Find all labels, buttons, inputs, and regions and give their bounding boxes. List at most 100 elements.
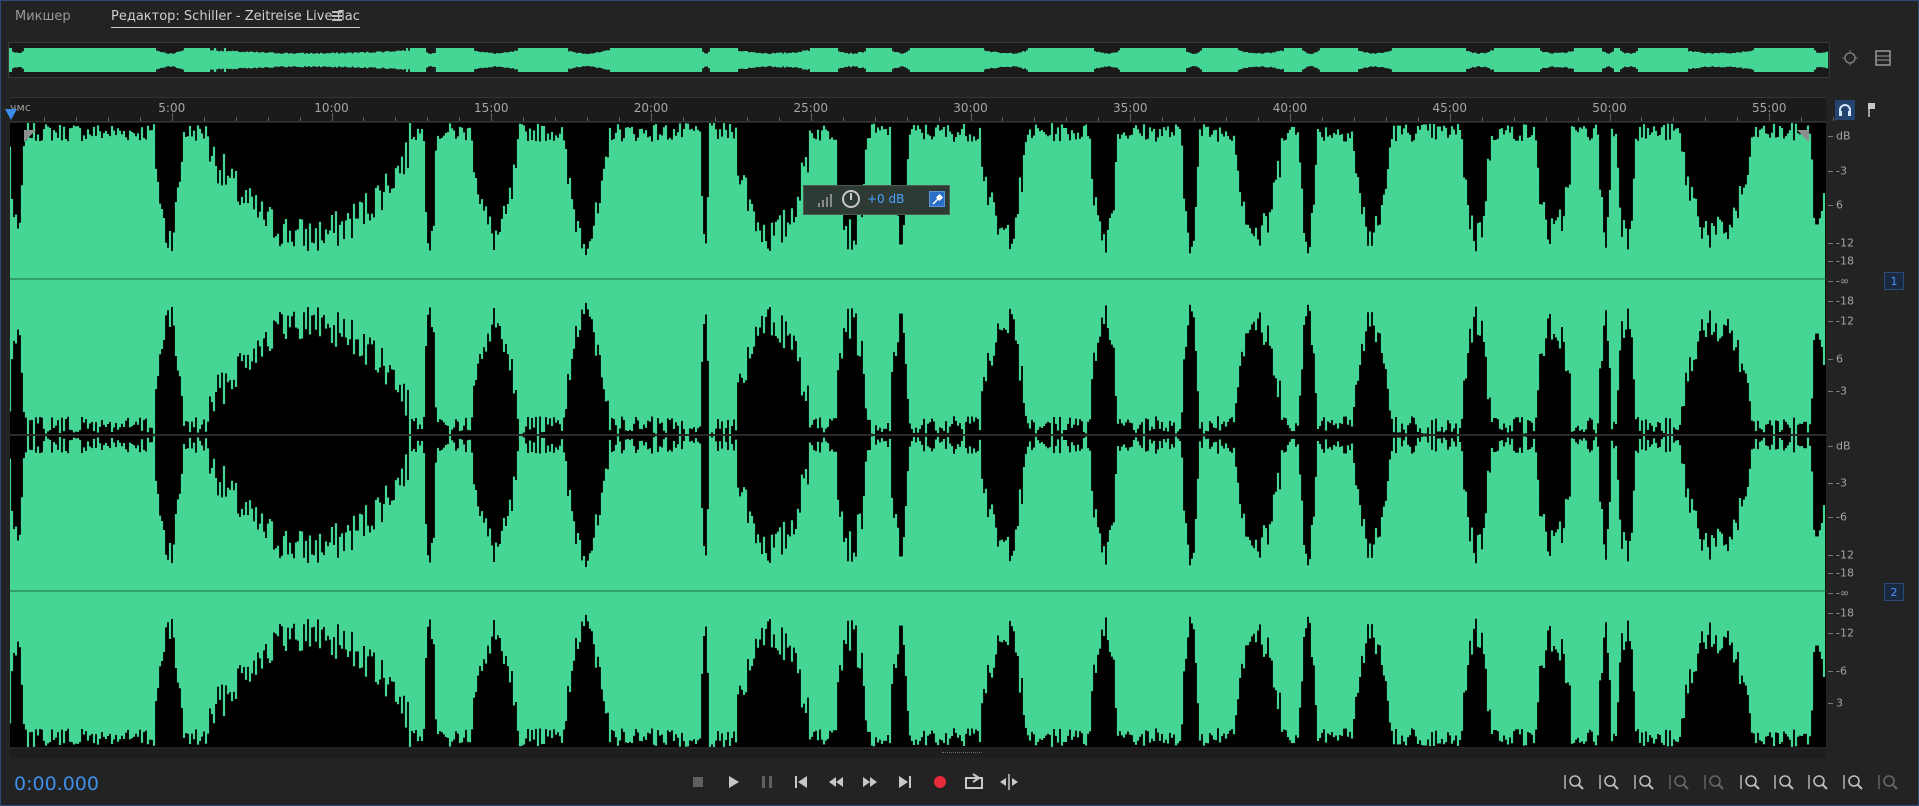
level-hud: +0 dB — [803, 185, 950, 215]
fast-forward-button[interactable] — [857, 770, 883, 794]
play-icon — [729, 776, 739, 788]
db-scale-tick — [1828, 321, 1833, 322]
ruler-tick — [1321, 117, 1323, 121]
view-options-icon[interactable] — [1873, 48, 1893, 68]
loop-playback-button[interactable] — [961, 770, 987, 794]
ruler-tick — [107, 117, 109, 121]
zoom-out-full-icon — [1704, 775, 1724, 790]
zoom-navigator-icon[interactable] — [1840, 48, 1860, 68]
ruler-tick — [555, 117, 557, 121]
zoom-in-start-icon — [1740, 775, 1760, 790]
zoom-in-start-button[interactable] — [1736, 770, 1764, 794]
gain-knob[interactable] — [842, 190, 860, 208]
zoom-selection-icon — [1808, 775, 1828, 790]
ruler-tick — [491, 113, 493, 121]
zoom-in-end-icon — [1774, 775, 1794, 790]
ruler-tick — [651, 113, 652, 121]
ruler-tick — [1449, 113, 1451, 121]
ruler-tick — [1737, 117, 1739, 121]
db-scale-label: -18 — [1836, 294, 1854, 308]
ruler-tick — [459, 117, 461, 121]
ruler-tick — [75, 117, 77, 121]
ruler-tick — [778, 117, 780, 121]
waveform-display[interactable] — [10, 123, 1826, 747]
horizontal-scrollbar[interactable] — [10, 749, 1826, 758]
db-scale-label: dB — [1836, 129, 1851, 143]
zoom-out-time-button[interactable] — [1665, 770, 1693, 794]
zoom-in-end-button[interactable] — [1770, 770, 1798, 794]
db-scale-tick — [1828, 205, 1833, 206]
level-bars-icon — [818, 194, 832, 207]
rewind-button[interactable] — [823, 770, 849, 794]
gain-value[interactable]: +0 dB — [867, 192, 904, 206]
db-scale-label: -18 — [1836, 254, 1854, 268]
pause-icon — [762, 776, 772, 788]
zoom-selection-button[interactable] — [1804, 770, 1832, 794]
ruler-tick — [363, 117, 365, 121]
fade-in-handle[interactable] — [24, 130, 36, 142]
go-to-start-button[interactable] — [788, 770, 814, 794]
ruler-tick — [938, 117, 940, 121]
ruler-tick — [906, 117, 908, 121]
db-scale-tick — [1828, 301, 1833, 302]
ruler-tick — [1545, 117, 1547, 121]
ruler-tick — [1098, 117, 1100, 121]
ruler-tick — [139, 117, 141, 121]
scrollbar-grip[interactable] — [942, 752, 982, 756]
record-button[interactable] — [927, 770, 953, 794]
play-button[interactable] — [720, 770, 746, 794]
pause-button[interactable] — [754, 770, 780, 794]
ruler-tick — [682, 117, 684, 121]
marker-pin-icon[interactable] — [1862, 100, 1882, 120]
ruler-tick — [1002, 117, 1004, 121]
zoom-out-amplitude-button[interactable] — [1595, 770, 1623, 794]
db-scale-label: 6 — [1836, 198, 1843, 212]
channel-2-badge[interactable]: 2 — [1884, 583, 1904, 601]
go-to-end-button[interactable] — [892, 770, 918, 794]
zoom-out-amplitude-icon — [1599, 775, 1619, 790]
ruler-tick — [1833, 117, 1835, 121]
tab-editor[interactable]: Редактор: Schiller - Zeitreise Live.flac — [111, 9, 360, 28]
db-scale-label: -∞ — [1836, 274, 1850, 288]
ruler-tick — [523, 117, 525, 121]
db-scale-tick — [1828, 555, 1833, 556]
fade-out-handle[interactable] — [1797, 130, 1809, 142]
ruler-tick — [1769, 113, 1771, 121]
ruler-tick — [331, 113, 333, 121]
zoom-tracks-button[interactable] — [1874, 770, 1902, 794]
go-to-end-icon — [899, 776, 911, 788]
zoom-reset-button[interactable] — [1839, 770, 1867, 794]
waveform-overview[interactable] — [7, 42, 1830, 78]
stop-button[interactable] — [685, 770, 711, 794]
panel-menu-icon[interactable] — [332, 11, 344, 21]
ruler-tick — [842, 117, 844, 121]
channel-1-badge[interactable]: 1 — [1884, 272, 1904, 290]
rewind-icon — [829, 777, 843, 787]
ruler-tick — [171, 113, 173, 121]
monitor-headphones-icon[interactable] — [1835, 100, 1855, 120]
ruler-tick — [203, 117, 205, 121]
db-scale-label: -18 — [1836, 606, 1854, 620]
ruler-tick — [1417, 117, 1419, 121]
db-scale-label: -12 — [1836, 548, 1854, 562]
zoom-in-time-button[interactable] — [1630, 770, 1658, 794]
time-ruler[interactable]: чмс 5:00 10:00 15:00 20:00 25:00 30:00 35:00 40… — [10, 97, 1835, 122]
skip-selection-button[interactable] — [996, 770, 1022, 794]
tab-mixer[interactable]: Микшер — [15, 9, 71, 24]
waveform-channels — [10, 123, 1826, 747]
zoom-out-full-button[interactable] — [1700, 770, 1728, 794]
ruler-tick — [299, 117, 301, 121]
ruler-tick — [1226, 117, 1228, 121]
db-scale-tick — [1828, 483, 1833, 484]
ruler-tick — [43, 117, 45, 121]
ruler-tick — [427, 117, 429, 121]
ruler-tick — [1513, 117, 1515, 121]
pin-hud-icon[interactable] — [929, 191, 945, 207]
ruler-tick — [587, 117, 589, 121]
db-scale-tick — [1828, 359, 1833, 360]
playhead-marker[interactable] — [5, 109, 17, 120]
current-time-display[interactable]: 0:00.000 — [14, 773, 99, 795]
panel-tabs: Микшер Редактор: Schiller - Zeitreise Li… — [0, 0, 1919, 36]
zoom-in-amplitude-button[interactable] — [1560, 770, 1588, 794]
db-scale-tick — [1828, 281, 1833, 282]
